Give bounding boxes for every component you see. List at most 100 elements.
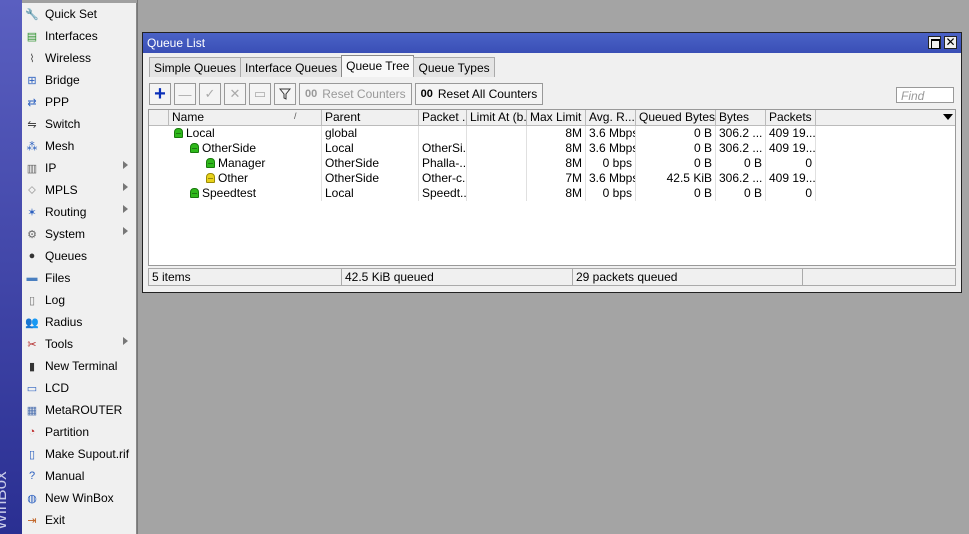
- column-header-flags[interactable]: [149, 110, 169, 125]
- column-header-max-limit[interactable]: Max Limit ...: [527, 110, 586, 125]
- cell-packets: 409 19...: [766, 141, 816, 156]
- cell-max-limit: 7M: [527, 171, 586, 186]
- remove-button[interactable]: —: [174, 83, 196, 105]
- toolbar: + — ✓ ✕ ▭ 00 Reset Counters 00 Reset All…: [149, 83, 546, 105]
- cell-parent: Local: [322, 141, 419, 156]
- menu-item-system[interactable]: ⚙ System: [22, 223, 136, 245]
- menu-item-interfaces[interactable]: ▤ Interfaces: [22, 25, 136, 47]
- table-row[interactable]: Speedtest Local Speedt... 8M 0 bps 0 B0 B0: [149, 186, 821, 201]
- menu-item-queues[interactable]: ● Queues: [22, 245, 136, 267]
- queue-name: Speedtest: [202, 186, 257, 200]
- menu-item-tools[interactable]: ✂ Tools: [22, 333, 136, 355]
- exit-icon: ⇥: [27, 514, 37, 527]
- menu-item-quick-set[interactable]: 🔧 Quick Set: [22, 3, 136, 25]
- table-row[interactable]: Local global 8M 3.6 Mbps 0 B 306.2 ... 409 19.…: [149, 126, 821, 141]
- side-menu: 🔧 Quick Set ▤ Interfaces ⌇ Wireless ⊞ Bridge ⇄ PP…: [22, 3, 137, 534]
- tab-queue-tree[interactable]: Queue Tree: [341, 55, 415, 77]
- tab-simple-queues[interactable]: Simple Queues: [149, 57, 242, 77]
- menu-item-manual[interactable]: ? Manual: [22, 465, 136, 487]
- cell-packet-mark: OtherSi...: [419, 141, 467, 156]
- menu-item-mesh[interactable]: ⁂ Mesh: [22, 135, 136, 157]
- table-row[interactable]: Manager OtherSide Phalla-... 8M 0 bps 0 B0 B0: [149, 156, 821, 171]
- menu-item-mpls[interactable]: ⬦ MPLS: [22, 179, 136, 201]
- menu-item-partition[interactable]: ◔ Partition: [22, 421, 136, 443]
- menu-item-routing[interactable]: ✶ Routing: [22, 201, 136, 223]
- cell-avg-rate: 0 bps: [586, 186, 636, 201]
- reset-all-counters-button[interactable]: 00 Reset All Counters: [414, 83, 544, 105]
- menu-item-bridge[interactable]: ⊞ Bridge: [22, 69, 136, 91]
- menu-item-make-supout-rif[interactable]: ▯ Make Supout.rif: [22, 443, 136, 465]
- check-icon: ✓: [204, 86, 216, 101]
- supout-icon: ▯: [28, 448, 36, 461]
- comment-button[interactable]: ▭: [249, 83, 271, 105]
- switch-icon: ⇋: [27, 118, 37, 131]
- menu-item-label: New Terminal: [45, 359, 118, 373]
- menu-item-label: Mesh: [45, 139, 75, 153]
- menu-item-log[interactable]: ▯ Log: [22, 289, 136, 311]
- column-header-bytes[interactable]: Bytes: [716, 110, 766, 125]
- menu-item-ip[interactable]: ▥ IP: [22, 157, 136, 179]
- column-menu-icon[interactable]: [943, 114, 953, 120]
- column-header-limit-at[interactable]: Limit At (b...: [467, 110, 527, 125]
- table-row[interactable]: OtherSide LocalOtherSi... 8M3.6 Mbps0 B306…: [149, 141, 821, 156]
- column-header-packets[interactable]: Packets: [766, 110, 816, 125]
- cell-queued-bytes: 0 B: [636, 141, 716, 156]
- cell-packet-mark: Speedt...: [419, 186, 467, 201]
- lcd-icon: ▭: [26, 382, 38, 395]
- cell-packets: 409 19...: [766, 171, 816, 186]
- queue-name: Manager: [218, 156, 266, 170]
- cell-packet-mark: Phalla-...: [419, 156, 467, 171]
- menu-item-label: IP: [45, 161, 57, 175]
- routing-icon: ✶: [27, 206, 37, 219]
- enable-button[interactable]: ✓: [199, 83, 221, 105]
- menu-item-files[interactable]: ▬ Files: [22, 267, 136, 289]
- filter-button[interactable]: [274, 83, 296, 105]
- cell-name: Local: [169, 126, 322, 141]
- column-header-parent[interactable]: Parent: [322, 110, 419, 125]
- table-row[interactable]: Other OtherSideOther-c... 7M3.6 Mbps42.5 K…: [149, 171, 821, 186]
- menu-item-wireless[interactable]: ⌇ Wireless: [22, 47, 136, 69]
- cell-queued-bytes: 0 B: [636, 126, 716, 141]
- column-header-queued-bytes[interactable]: Queued Bytes: [636, 110, 716, 125]
- window-title: Queue List: [147, 36, 206, 50]
- menu-item-lcd[interactable]: ▭ LCD: [22, 377, 136, 399]
- menu-item-switch[interactable]: ⇋ Switch: [22, 113, 136, 135]
- interfaces-icon: ▤: [26, 30, 38, 43]
- manual-icon: ?: [28, 470, 36, 482]
- menu-item-label: MPLS: [45, 183, 78, 197]
- cell-queued-bytes: 0 B: [636, 156, 716, 171]
- cell-bytes: 0 B: [716, 156, 766, 171]
- cell-parent: OtherSide: [322, 171, 419, 186]
- counter-icon: 00: [420, 88, 433, 100]
- menu-item-exit[interactable]: ⇥ Exit: [22, 509, 136, 531]
- close-window-button[interactable]: ✕: [944, 36, 957, 49]
- window-title-bar[interactable]: Queue List ✕: [143, 33, 961, 53]
- restore-window-button[interactable]: [928, 36, 941, 49]
- menu-item-label: LCD: [45, 381, 70, 395]
- tab-queue-types[interactable]: Queue Types: [413, 57, 495, 77]
- tab-interface-queues[interactable]: Interface Queues: [240, 57, 343, 77]
- menu-item-radius[interactable]: 👥 Radius: [22, 311, 136, 333]
- column-header-avg-rate[interactable]: Avg. R...: [586, 110, 636, 125]
- column-header-name[interactable]: Name: [169, 110, 322, 125]
- partition-icon: ◔: [28, 426, 36, 438]
- cell-packets: 0: [766, 186, 816, 201]
- add-button[interactable]: +: [149, 83, 171, 105]
- menu-item-label: Routing: [45, 205, 87, 219]
- files-icon: ▬: [26, 272, 38, 284]
- menu-item-label: Bridge: [45, 73, 80, 87]
- menu-item-label: Wireless: [45, 51, 92, 65]
- cell-max-limit: 8M: [527, 141, 586, 156]
- menu-item-new-winbox[interactable]: ◍ New WinBox: [22, 487, 136, 509]
- column-header-packet-mark[interactable]: Packet ...: [419, 110, 467, 125]
- menu-item-ppp[interactable]: ⇄ PPP: [22, 91, 136, 113]
- bridge-icon: ⊞: [27, 74, 37, 87]
- menu-item-label: Files: [45, 271, 71, 285]
- menu-item-metarouter[interactable]: ▦ MetaROUTER: [22, 399, 136, 421]
- disable-button[interactable]: ✕: [224, 83, 246, 105]
- status-item-count: 5 items: [149, 269, 342, 285]
- find-input[interactable]: Find: [896, 87, 954, 103]
- cell-avg-rate: 0 bps: [586, 156, 636, 171]
- reset-counters-button[interactable]: 00 Reset Counters: [299, 83, 412, 105]
- menu-item-new-terminal[interactable]: ▮ New Terminal: [22, 355, 136, 377]
